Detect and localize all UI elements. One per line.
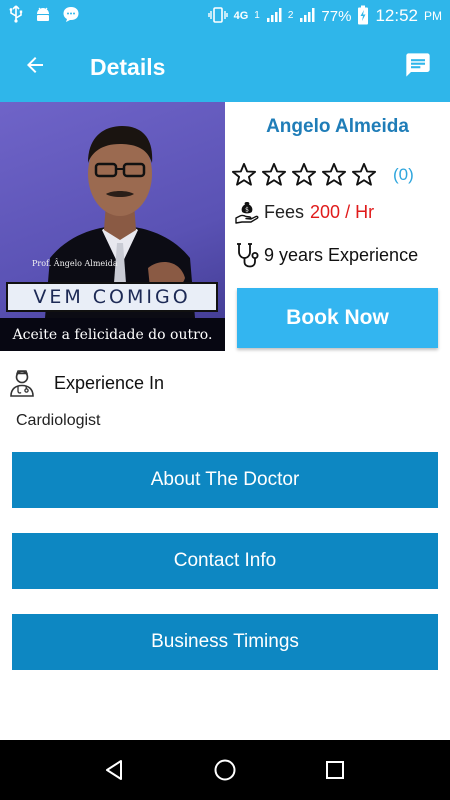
book-now-button[interactable]: Book Now	[237, 288, 438, 348]
fees-row: $ Fees 200 / Hr	[234, 198, 374, 226]
app-bar: Details	[0, 32, 450, 102]
star-icon	[231, 162, 257, 186]
photo-small-caption: Prof. Ângelo Almeida	[32, 259, 118, 268]
doctor-details-screen: 4G 1 2 77% 12:52 PM Details Prof. Ângelo…	[0, 0, 450, 800]
contact-info-button[interactable]: Contact Info	[12, 533, 438, 589]
experience-text: 9 years Experience	[264, 244, 419, 265]
page-title: Details	[90, 53, 166, 80]
rating-stars[interactable]: (0)	[229, 160, 414, 190]
arrow-back-icon	[23, 53, 47, 82]
stethoscope-icon	[237, 243, 259, 268]
system-nav-bar	[0, 740, 450, 800]
nav-back-triangle-icon	[106, 760, 122, 780]
fees-label: Fees	[264, 201, 305, 222]
star-icon	[351, 162, 377, 186]
sim1-label: 1	[254, 10, 260, 21]
clock-ampm: PM	[424, 9, 442, 23]
signal-sim2-icon	[299, 7, 315, 26]
about-doctor-button[interactable]: About The Doctor	[12, 452, 438, 508]
chat-bubble-icon	[62, 5, 80, 28]
rating-count: (0)	[393, 165, 414, 184]
star-icon	[261, 162, 287, 186]
star-icon	[291, 162, 317, 186]
doctor-photo: Prof. Ângelo Almeida VEM COMIGO Aceite a…	[0, 102, 225, 351]
money-hand-icon: $	[235, 202, 259, 224]
battery-percent: 77%	[321, 7, 352, 25]
signal-sim1-icon	[266, 7, 282, 26]
nav-back-button[interactable]	[95, 750, 135, 790]
clock-time: 12:52	[375, 6, 418, 25]
android-icon	[34, 5, 52, 28]
nav-recents-square-icon	[326, 761, 344, 779]
back-button[interactable]	[0, 32, 70, 102]
message-button[interactable]	[386, 32, 450, 102]
business-timings-button[interactable]: Business Timings	[12, 614, 438, 670]
specialty-text: Cardiologist	[16, 412, 101, 429]
nav-home-circle-icon	[214, 759, 236, 781]
nav-home-button[interactable]	[205, 750, 245, 790]
experience-row: 9 years Experience	[234, 240, 418, 270]
photo-bottom-text: Aceite a felicidade do outro.	[0, 318, 225, 351]
usb-icon	[8, 4, 24, 28]
network-type: 4G	[233, 9, 249, 22]
photo-banner-text: VEM COMIGO	[6, 282, 218, 312]
status-system: 4G 1 2 77% 12:52 PM	[207, 5, 442, 28]
doctor-portrait	[42, 126, 198, 351]
chat-message-icon	[404, 51, 432, 84]
experience-in-header: Experience In	[8, 366, 164, 400]
vibrate-icon	[207, 6, 228, 27]
star-icon	[321, 162, 347, 186]
doctor-name: Angelo Almeida	[266, 116, 409, 137]
doctor-icon	[10, 370, 34, 397]
battery-charging-icon	[357, 5, 369, 28]
sim2-label: 2	[287, 10, 294, 21]
status-bar: 4G 1 2 77% 12:52 PM	[0, 0, 450, 32]
svg-text:$: $	[245, 207, 249, 214]
status-notifications	[8, 4, 80, 28]
nav-recents-button[interactable]	[315, 750, 355, 790]
fees-amount: 200 / Hr	[310, 201, 375, 222]
experience-in-label: Experience In	[54, 372, 165, 393]
